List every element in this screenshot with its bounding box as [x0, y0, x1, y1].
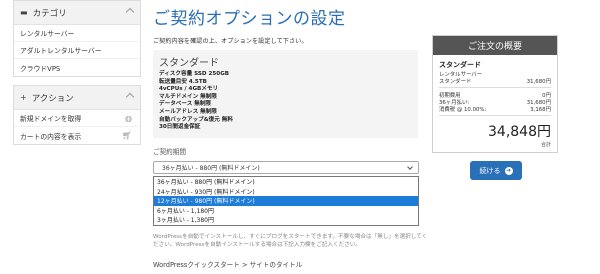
- order-tax: 3,168円: [530, 106, 551, 113]
- main-content: ご契約オプションの設定 ご契約内容を確認の上、オプションを設定して下さい。 スタ…: [153, 0, 427, 269]
- globe-icon: ◍: [125, 113, 132, 123]
- action-panel: + アクション 新規ドメインを取得 ◍ カートの内容を表示 🛒︎: [13, 85, 141, 145]
- order-plan-fee-label: スタンダード: [439, 78, 472, 85]
- term-select-value: 36ヶ月払い - 880円 (無料ドメイン): [162, 164, 260, 172]
- divider: [439, 87, 551, 88]
- term-option[interactable]: 3ヶ月払い - 1,380円: [154, 215, 418, 225]
- term-label: ご契約期間: [153, 147, 186, 156]
- sidebar-item-label: レンタルサーバー: [20, 30, 75, 38]
- order-total-label: 合計: [540, 142, 551, 148]
- intro-text: ご契約内容を確認の上、オプションを設定して下さい。: [153, 38, 308, 45]
- term-option-highlighted[interactable]: 12ヶ月払い - 980円 (無料ドメイン): [154, 195, 418, 206]
- sidebar-item-label: アダルトレンタルサーバー: [20, 47, 102, 55]
- spec-line: ディスク容量 SSD 250GB: [159, 71, 230, 77]
- order-plan: スタンダード: [439, 61, 481, 69]
- sidebar: ▬ カテゴリ レンタルサーバー アダルトレンタルサーバー クラウドVPS + ア…: [13, 0, 141, 153]
- plus-icon: +: [20, 93, 27, 102]
- wordpress-quickstart-label: WordPressクイックスタート > サイトのタイトル: [153, 260, 303, 269]
- order-summary-header: ご注文の概要: [433, 36, 557, 55]
- term-option[interactable]: 6ヶ月払い - 1,180円: [154, 206, 418, 216]
- plan-box: スタンダード ディスク容量 SSD 250GB 転送量目安 4.5TB 4vCP…: [153, 50, 418, 138]
- sidebar-item-label: 新規ドメインを取得: [20, 115, 82, 123]
- term-option[interactable]: 36ヶ月払い - 880円 (無料ドメイン): [154, 177, 418, 187]
- divider: [439, 115, 551, 116]
- category-panel: ▬ カテゴリ レンタルサーバー アダルトレンタルサーバー クラウドVPS: [13, 0, 141, 77]
- order-total: 34,848円: [488, 124, 551, 140]
- sidebar-item-view-cart[interactable]: カートの内容を表示 🛒︎: [14, 127, 140, 144]
- continue-button-label: 続ける: [479, 166, 501, 175]
- plan-name: スタンダード: [159, 58, 219, 69]
- term-dropdown: 36ヶ月払い - 880円 (無料ドメイン) 24ヶ月払い - 930円 (無料…: [153, 175, 419, 226]
- arrow-right-icon: ➜: [504, 166, 513, 175]
- spec-line: 30日間返金保証: [159, 124, 201, 131]
- chevron-down-icon: [407, 163, 413, 170]
- spec-line: 4vCPUs / 4GBメモリ: [159, 86, 219, 93]
- order-summary: ご注文の概要 スタンダード レンタルサーバー スタンダード 31,680円 初期…: [432, 35, 558, 153]
- sidebar-item-rental-server[interactable]: レンタルサーバー: [14, 25, 140, 42]
- order-plan-fee-row: スタンダード 31,680円: [439, 77, 551, 85]
- sidebar-item-label: カートの内容を表示: [20, 132, 82, 141]
- sidebar-item-adult-rental-server[interactable]: アダルトレンタルサーバー: [14, 42, 140, 59]
- term-option[interactable]: 24ヶ月払い - 930円 (無料ドメイン): [154, 186, 418, 196]
- wordpress-note: WordPressを自動でインストールし、すぐにブログをスタートできます。不要な…: [153, 233, 428, 248]
- sidebar-item-new-domain[interactable]: 新規ドメインを取得 ◍: [14, 110, 140, 127]
- term-select[interactable]: 36ヶ月払い - 880円 (無料ドメイン): [153, 160, 419, 174]
- category-panel-header[interactable]: ▬ カテゴリ: [14, 1, 140, 25]
- order-tax-row: 消費税 @ 10.00%: 3,168円: [439, 105, 551, 113]
- sidebar-item-cloud-vps[interactable]: クラウドVPS: [14, 59, 140, 76]
- continue-button[interactable]: 続ける ➜: [470, 161, 522, 180]
- page-title: ご契約オプションの設定: [153, 9, 346, 29]
- category-title: カテゴリ: [32, 8, 67, 19]
- spec-line: データベース 無制限: [159, 101, 212, 108]
- spec-line: メールアドレス 無制限: [159, 108, 217, 115]
- action-panel-header[interactable]: + アクション: [14, 86, 140, 110]
- order-tax-label: 消費税 @ 10.00%:: [439, 106, 487, 113]
- order-plan-fee: 31,680円: [526, 78, 551, 85]
- order-summary-body: スタンダード レンタルサーバー スタンダード 31,680円 初期費用 0円 3…: [433, 55, 557, 152]
- cart-icon: 🛒︎: [121, 131, 132, 140]
- action-title: アクション: [31, 93, 74, 104]
- chevron-up-icon[interactable]: [125, 92, 135, 102]
- sidebar-item-label: クラウドVPS: [20, 64, 61, 73]
- chevron-up-icon[interactable]: [125, 7, 135, 17]
- folder-icon: ▬: [20, 8, 28, 17]
